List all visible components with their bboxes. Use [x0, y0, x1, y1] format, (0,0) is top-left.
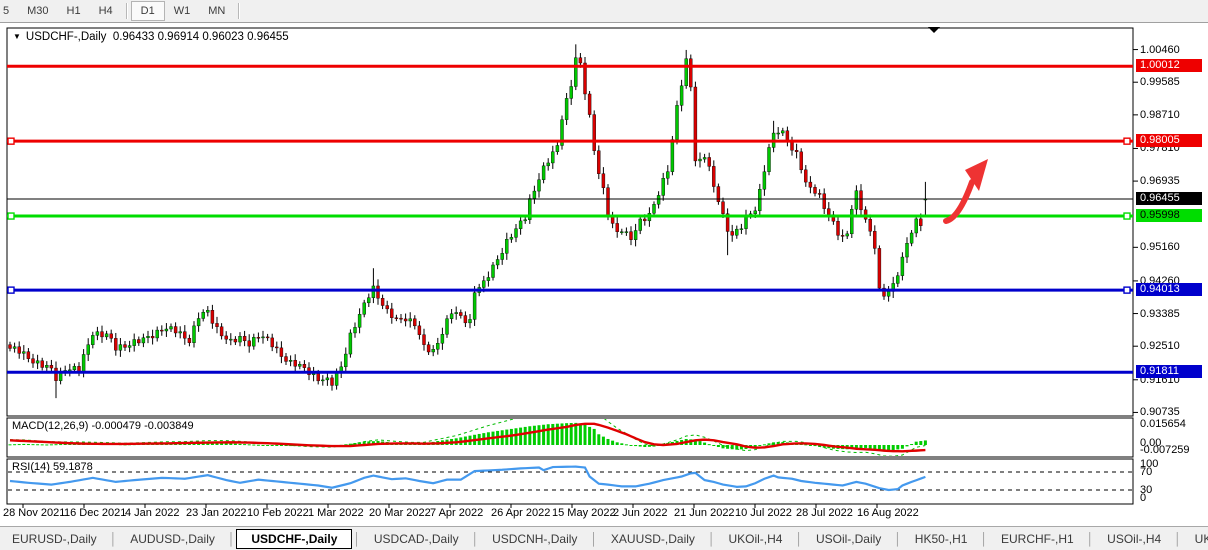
horizontal-line-0.95998[interactable] [7, 213, 1133, 219]
rsi-value: 59.1878 [53, 461, 93, 473]
line-handle[interactable] [8, 287, 14, 293]
price-axis-tick: 0.96935 [1140, 175, 1180, 187]
symbol-tab-hk50h1[interactable]: HK50-,H1 [903, 530, 980, 548]
macd-axis-tick: 0.015654 [1140, 418, 1186, 430]
date-axis-label: 15 May 2022 [552, 507, 616, 519]
price-axis-tick: 0.99585 [1140, 76, 1180, 88]
date-axis-label: 23 Jan 2022 [186, 507, 247, 519]
tab-separator: │ [228, 532, 236, 546]
timeframe-button-H4[interactable]: H4 [90, 1, 122, 21]
line-handle[interactable] [8, 138, 14, 144]
trend-arrow[interactable] [946, 159, 988, 221]
price-axis-tick: 0.93385 [1140, 308, 1180, 320]
line-handle[interactable] [1124, 138, 1130, 144]
tab-separator: │ [353, 532, 361, 546]
candlesticks [9, 44, 927, 398]
rsi-axis-tick: 0 [1140, 492, 1146, 504]
chart-symbol-label: USDCHF-,Daily [26, 31, 107, 43]
price-axis-tick: 0.92510 [1140, 340, 1180, 352]
chart-title: ▼ USDCHF-,Daily 0.96433 0.96914 0.96023 0… [13, 31, 289, 43]
line-handle[interactable] [1124, 213, 1130, 219]
chart-ohlc-values: 0.96433 0.96914 0.96023 0.96455 [113, 31, 289, 43]
macd-name: MACD(12,26,9) [12, 420, 88, 432]
toolbar-separator [126, 3, 127, 19]
symbol-tab-ukoilh4[interactable]: UKOil-,H4 [716, 530, 794, 548]
symbol-tab-usdcaddaily[interactable]: USDCAD-,Daily [362, 530, 471, 548]
symbol-tab-eurchfh1[interactable]: EURCHF-,H1 [989, 530, 1086, 548]
chart-shift-marker-icon[interactable] [928, 27, 940, 33]
line-handle[interactable] [8, 213, 14, 219]
tab-separator: │ [1087, 532, 1095, 546]
chart-canvas [0, 22, 1208, 550]
price-axis-tick: 0.95160 [1140, 241, 1180, 253]
price-axis-tick: 1.00460 [1140, 44, 1180, 56]
symbol-tab-usoildaily[interactable]: USOil-,Daily [804, 530, 893, 548]
toolbar-separator [238, 3, 239, 19]
symbol-tab-usdchfdaily[interactable]: USDCHF-,Daily [236, 529, 352, 549]
date-axis-label: 28 Nov 2021 [3, 507, 65, 519]
timeframe-button-5[interactable]: 5 [0, 1, 18, 21]
tab-separator: │ [894, 532, 902, 546]
timeframe-button-D1[interactable]: D1 [131, 1, 165, 21]
symbol-tab-usdcnhdaily[interactable]: USDCNH-,Daily [480, 530, 589, 548]
line-handle[interactable] [1124, 287, 1130, 293]
horizontal-line-0.94013[interactable] [7, 287, 1133, 293]
tab-separator: │ [590, 532, 598, 546]
symbol-tab-ukoilh4[interactable]: UKOil-,H4 [1183, 530, 1208, 548]
price-axis-chip-0.91811: 0.91811 [1136, 365, 1202, 378]
tab-separator: │ [110, 532, 118, 546]
symbol-tab-bar: EURUSD-,Daily│AUDUSD-,Daily│USDCHF-,Dail… [0, 526, 1208, 550]
timeframe-button-MN[interactable]: MN [199, 1, 234, 21]
date-axis-label: 2 Jun 2022 [613, 507, 667, 519]
symbol-tab-xauusddaily[interactable]: XAUUSD-,Daily [599, 530, 707, 548]
rsi-axis-tick: 70 [1140, 466, 1152, 478]
macd-values: -0.000479 -0.003849 [91, 420, 193, 432]
price-axis-chip-0.94013: 0.94013 [1136, 283, 1202, 296]
price-axis-tick: 0.98710 [1140, 109, 1180, 121]
price-axis-chip-0.98005: 0.98005 [1136, 134, 1202, 147]
macd-label: MACD(12,26,9) -0.000479 -0.003849 [12, 420, 194, 432]
tab-separator: │ [708, 532, 716, 546]
rsi-name: RSI(14) [12, 461, 50, 473]
tab-separator: │ [1174, 532, 1182, 546]
tab-separator: │ [980, 532, 988, 546]
symbol-tab-usoilh4[interactable]: USOil-,H4 [1095, 530, 1173, 548]
timeframe-button-H1[interactable]: H1 [58, 1, 90, 21]
date-axis-label: 26 Apr 2022 [491, 507, 550, 519]
symbol-tab-eurusddaily[interactable]: EURUSD-,Daily [0, 530, 109, 548]
price-axis-tick: 0.90735 [1140, 406, 1180, 418]
date-axis-label: 1 Mar 2022 [308, 507, 364, 519]
price-axis-chip-0.95998: 0.95998 [1136, 209, 1202, 222]
price-axis-chip-1.00012: 1.00012 [1136, 59, 1202, 72]
macd-axis-tick: -0.007259 [1140, 444, 1190, 456]
price-axis-chip-0.96455: 0.96455 [1136, 192, 1202, 205]
date-axis-label: 16 Aug 2022 [857, 507, 919, 519]
symbol-tab-audusddaily[interactable]: AUDUSD-,Daily [118, 530, 227, 548]
rsi-label: RSI(14) 59.1878 [12, 461, 93, 473]
date-axis-label: 20 Mar 2022 [369, 507, 431, 519]
rsi-line [10, 467, 925, 490]
date-axis-label: 10 Feb 2022 [247, 507, 309, 519]
timeframe-toolbar: 5M30H1H4 D1W1MN [0, 0, 1208, 23]
tab-separator: │ [795, 532, 803, 546]
date-axis-label: 16 Dec 2021 [64, 507, 126, 519]
symbol-dropdown-icon[interactable]: ▼ [13, 32, 21, 41]
timeframe-button-W1[interactable]: W1 [165, 1, 200, 21]
date-axis-label: 4 Jan 2022 [125, 507, 179, 519]
timeframe-button-M30[interactable]: M30 [18, 1, 57, 21]
date-axis-label: 28 Jul 2022 [796, 507, 853, 519]
date-axis-label: 7 Apr 2022 [430, 507, 483, 519]
tab-separator: │ [472, 532, 480, 546]
date-axis-label: 10 Jul 2022 [735, 507, 792, 519]
horizontal-line-0.98005[interactable] [7, 138, 1133, 144]
date-axis-label: 21 Jun 2022 [674, 507, 735, 519]
main-panel-border [7, 28, 1133, 416]
mt4-window: { "toolbar": { "timeframes": ["5","M30",… [0, 0, 1208, 550]
